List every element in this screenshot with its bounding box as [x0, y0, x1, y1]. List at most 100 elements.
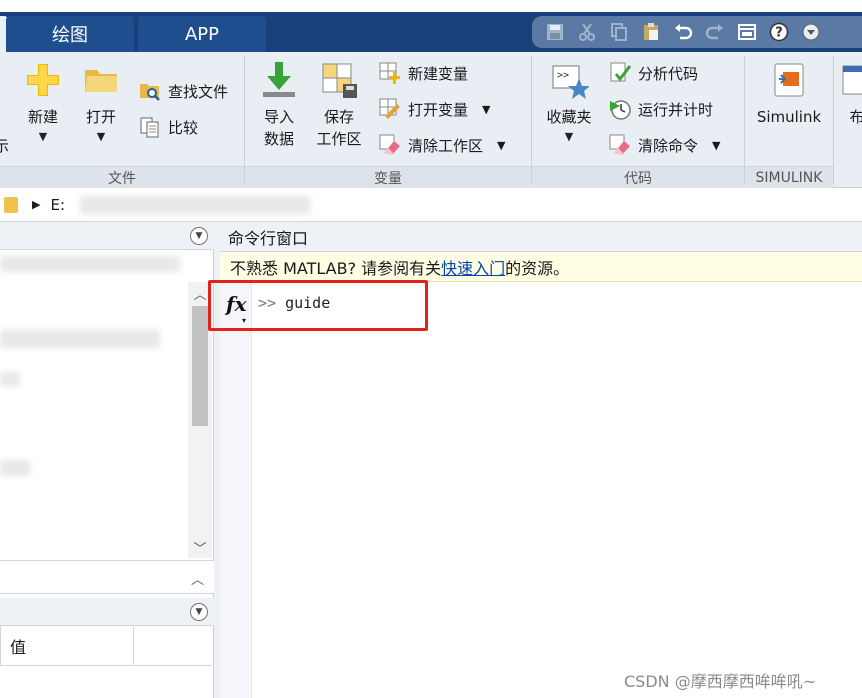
new-button[interactable]: 新建 ▼ — [22, 60, 64, 144]
help-icon[interactable]: ? — [768, 21, 790, 43]
command-window-title: 命令行窗口 — [228, 228, 309, 248]
partial-left-label: 示 — [0, 136, 10, 155]
open-variable-dropdown-icon[interactable]: ▼ — [482, 103, 490, 116]
redo-icon[interactable] — [704, 21, 726, 43]
new-variable-button[interactable]: 新建变量 — [378, 60, 468, 86]
new-variable-label: 新建变量 — [408, 64, 469, 83]
run-and-time-icon — [610, 100, 631, 120]
redacted-path — [80, 196, 310, 214]
chevron-up-icon[interactable]: ︿ — [191, 569, 204, 588]
layout-icon — [842, 65, 862, 95]
group-divider — [833, 56, 834, 184]
clear-commands-label: 清除命令 — [638, 136, 699, 155]
quick-access-toolbar: ? — [532, 16, 862, 48]
run-and-time-button[interactable]: 运行并计时 — [608, 96, 713, 122]
address-path[interactable]: E: — [50, 196, 65, 214]
save-icon[interactable] — [544, 21, 566, 43]
panel-menu-icon[interactable]: ▼ — [190, 227, 208, 245]
tab-apps[interactable]: APP — [138, 16, 266, 52]
save-label-line2: 工作区 — [316, 130, 362, 148]
scroll-thumb[interactable] — [192, 306, 208, 426]
command-window-header: 命令行窗口 — [220, 222, 862, 252]
svg-text:?: ? — [775, 26, 783, 41]
save-workspace-button[interactable]: 保存 工作区 — [314, 60, 364, 150]
watermark-text: CSDN @摩西摩西哞哞吼~ — [624, 672, 817, 691]
new-dropdown-icon[interactable]: ▼ — [39, 130, 47, 144]
redacted-row — [0, 256, 180, 272]
details-collapse-bar[interactable]: ︿ — [0, 560, 214, 594]
clear-workspace-button[interactable]: 清除工作区 ▼ — [378, 132, 505, 158]
undo-icon[interactable] — [672, 21, 694, 43]
code-group-title: 代码 — [532, 166, 744, 188]
find-files-button[interactable]: 查找文件 — [138, 78, 228, 104]
switch-windows-icon[interactable] — [736, 21, 758, 43]
find-files-icon — [140, 84, 160, 101]
simulink-button[interactable]: Simulink — [756, 60, 822, 128]
value-column-header[interactable]: 值 — [0, 626, 134, 666]
new-variable-icon — [379, 62, 400, 84]
favorites-dropdown-icon[interactable]: ▼ — [565, 130, 573, 144]
top-tab-bar: 绘图 APP ? — [0, 0, 862, 52]
open-variable-button[interactable]: 打开变量 ▼ — [378, 96, 490, 122]
clear-commands-button[interactable]: 清除命令 ▼ — [608, 132, 720, 158]
tab-apps-label: APP — [184, 23, 220, 45]
copy-icon[interactable] — [608, 21, 630, 43]
group-divider — [744, 56, 745, 184]
workspace-table-header: 值 — [0, 626, 212, 666]
open-dropdown-icon[interactable]: ▼ — [97, 130, 105, 144]
open-folder-icon — [85, 70, 117, 92]
simulink-icon — [774, 63, 804, 97]
title-strip — [0, 0, 862, 12]
group-divider — [244, 56, 245, 184]
value-column-label: 值 — [10, 638, 27, 657]
clear-workspace-icon — [379, 134, 400, 155]
workspace-menu-icon[interactable]: ▼ — [190, 603, 208, 621]
current-folder-header: ▼ — [0, 222, 214, 250]
analyze-code-icon — [610, 62, 632, 82]
import-label-line2: 数据 — [263, 130, 294, 148]
code-group-title-text: 代码 — [624, 170, 652, 187]
cut-icon[interactable] — [576, 21, 598, 43]
clear-commands-dropdown-icon[interactable]: ▼ — [712, 139, 720, 152]
toolbar-options-icon[interactable] — [800, 21, 822, 43]
partial-left-button[interactable]: 示 — [0, 132, 9, 158]
run-and-time-label: 运行并计时 — [638, 100, 714, 119]
folder-icon — [4, 196, 18, 213]
analyze-code-label: 分析代码 — [638, 64, 699, 83]
open-button[interactable]: 打开 ▼ — [80, 60, 122, 144]
import-data-button[interactable]: 导入 数据 — [258, 60, 300, 150]
save-label-line1: 保存 — [323, 108, 354, 126]
paste-icon[interactable] — [640, 21, 662, 43]
simulink-group-title: SIMULINK — [745, 166, 833, 188]
clear-workspace-dropdown-icon[interactable]: ▼ — [497, 139, 505, 152]
group-divider — [531, 56, 532, 184]
import-label-line1: 导入 — [263, 108, 294, 126]
favorites-star-icon: >> — [552, 65, 589, 99]
analyze-code-button[interactable]: 分析代码 — [608, 60, 698, 86]
tab-plots-label: 绘图 — [52, 25, 88, 46]
compare-icon — [140, 117, 159, 138]
layout-partial-label: 布 — [849, 108, 862, 126]
compare-button[interactable]: 比较 — [138, 114, 198, 140]
scroll-down-icon[interactable]: ﹀ — [188, 536, 212, 558]
tab-plots[interactable]: 绘图 — [6, 16, 134, 52]
file-group-title-text: 文件 — [108, 170, 136, 187]
toolstrip-ribbon: 示 新建 ▼ 打开 ▼ 查找文件 比较 文件 导入 数据 保存 工作区 新建变量… — [0, 52, 862, 188]
svg-text:>>: >> — [557, 70, 569, 81]
simulink-label: Simulink — [756, 108, 822, 126]
open-label: 打开 — [85, 108, 116, 126]
new-label: 新建 — [27, 108, 58, 126]
notice-prefix: 不熟悉 MATLAB? 请参阅有关 — [230, 258, 442, 278]
redacted-row — [0, 460, 30, 476]
simulink-group-title-text: SIMULINK — [755, 169, 823, 186]
favorites-label: 收藏夹 — [546, 108, 592, 126]
breadcrumb-arrow-icon[interactable]: ▶ — [32, 198, 40, 211]
getting-started-link[interactable]: 快速入门 — [441, 255, 505, 279]
command-gutter — [220, 282, 252, 698]
save-workspace-icon — [322, 63, 357, 98]
layout-partial-button[interactable]: 布 — [842, 60, 862, 128]
import-data-icon — [263, 62, 295, 97]
notice-suffix: 的资源。 — [505, 258, 570, 278]
favorites-button[interactable]: >> 收藏夹 ▼ — [542, 60, 596, 144]
open-variable-label: 打开变量 — [408, 100, 469, 119]
